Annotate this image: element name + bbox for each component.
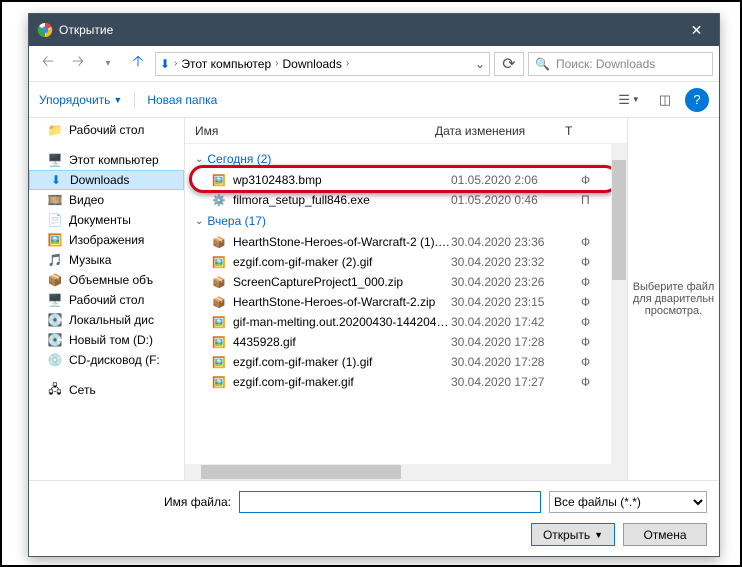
preview-pane-button[interactable]: ◫	[649, 88, 681, 112]
tree-video[interactable]: 🎞️Видео	[29, 190, 184, 210]
col-type[interactable]: Т	[565, 124, 627, 138]
close-button[interactable]: ✕	[674, 14, 719, 46]
file-icon: 🖼️	[211, 314, 227, 330]
tree-images[interactable]: 🖼️Изображения	[29, 230, 184, 250]
file-icon: 🖼️	[211, 254, 227, 270]
file-icon: 📦	[211, 234, 227, 250]
vertical-scrollbar[interactable]	[611, 144, 627, 464]
file-icon: 📦	[211, 294, 227, 310]
cancel-button[interactable]: Отмена	[623, 523, 707, 546]
chevron-down-icon: ⌄	[195, 216, 203, 227]
folder-icon: 📁	[47, 122, 63, 138]
file-list-area: Имя Дата изменения Т ⌄Сегодня (2)🖼️wp310…	[185, 118, 627, 480]
chevron-down-icon[interactable]: ⌄	[475, 57, 485, 71]
tree-desktop2[interactable]: 🖥️Рабочий стол	[29, 290, 184, 310]
col-name[interactable]: Имя	[195, 124, 435, 138]
titlebar: Открытие ✕	[29, 14, 719, 46]
breadcrumb-pc[interactable]: Этот компьютер	[181, 57, 271, 71]
file-icon: 🖼️	[211, 172, 227, 188]
file-row[interactable]: ⚙️filmora_setup_full846.exe01.05.2020 0:…	[191, 190, 627, 210]
tree-localdisk[interactable]: 💽Локальный дис	[29, 310, 184, 330]
search-icon: 🔍	[535, 57, 550, 71]
nav-tree: 📁Рабочий стол 🖥️Этот компьютер ⬇Download…	[29, 118, 185, 480]
file-row[interactable]: 🖼️ezgif.com-gif-maker (2).gif30.04.2020 …	[191, 252, 627, 272]
chevron-down-icon: ▼	[113, 95, 122, 105]
new-folder-button[interactable]: Новая папка	[147, 93, 217, 107]
tree-downloads[interactable]: ⬇Downloads	[29, 170, 184, 190]
filename-input[interactable]	[239, 491, 541, 513]
tree-3d[interactable]: 📦Объемные объ	[29, 270, 184, 290]
tree-cddvd[interactable]: 💿CD-дисковод (F:	[29, 350, 184, 370]
down-arrow-icon: ⬇	[160, 57, 170, 71]
drive-icon: 💽	[47, 312, 63, 328]
group-header[interactable]: ⌄Вчера (17)	[191, 210, 627, 232]
tree-network[interactable]: 🖧Сеть	[29, 380, 184, 400]
forward-button: 🡢	[65, 51, 91, 77]
file-row[interactable]: 📦ScreenCaptureProject1_000.zip30.04.2020…	[191, 272, 627, 292]
file-row[interactable]: 📦HearthStone-Heroes-of-Warcraft-2.zip30.…	[191, 292, 627, 312]
disc-icon: 💿	[47, 352, 63, 368]
help-button[interactable]: ?	[685, 88, 709, 112]
file-row[interactable]: 🖼️wp3102483.bmp01.05.2020 2:06Ф	[191, 170, 627, 190]
breadcrumb-folder[interactable]: Downloads	[282, 57, 341, 71]
music-icon: 🎵	[47, 252, 63, 268]
filename-label: Имя файла:	[41, 495, 231, 509]
tree-pc[interactable]: 🖥️Этот компьютер	[29, 150, 184, 170]
file-icon: 🖼️	[211, 334, 227, 350]
footer: Имя файла: Все файлы (*.*) Открыть▼ Отме…	[29, 481, 719, 556]
file-icon: 📦	[211, 274, 227, 290]
open-file-dialog: Открытие ✕ 🡠 🡢 ▾ 🡡 ⬇ › Этот компьютер › …	[28, 13, 720, 557]
search-placeholder: Поиск: Downloads	[556, 57, 655, 71]
open-button[interactable]: Открыть▼	[531, 523, 615, 546]
refresh-button[interactable]: ⟳	[494, 52, 524, 76]
window-title: Открытие	[59, 23, 674, 37]
view-mode-button[interactable]: ☰ ▼	[613, 88, 645, 112]
search-box[interactable]: 🔍 Поиск: Downloads	[528, 52, 713, 76]
filetype-select[interactable]: Все файлы (*.*)	[549, 491, 707, 513]
drive-icon: 💽	[47, 332, 63, 348]
chevron-right-icon: ›	[275, 58, 278, 69]
video-icon: 🎞️	[47, 192, 63, 208]
column-headers[interactable]: Имя Дата изменения Т	[185, 118, 627, 144]
chevron-right-icon: ›	[346, 58, 349, 69]
recent-dropdown[interactable]: ▾	[95, 51, 121, 77]
file-row[interactable]: 📦HearthStone-Heroes-of-Warcraft-2 (1).zi…	[191, 232, 627, 252]
file-icon: 🖼️	[211, 374, 227, 390]
image-icon: 🖼️	[47, 232, 63, 248]
group-header[interactable]: ⌄Сегодня (2)	[191, 148, 627, 170]
horizontal-scrollbar[interactable]	[185, 464, 627, 480]
tree-newvol[interactable]: 💽Новый том (D:)	[29, 330, 184, 350]
chevron-down-icon: ⌄	[195, 154, 203, 165]
document-icon: 📄	[47, 212, 63, 228]
toolbar: Упорядочить▼ Новая папка ☰ ▼ ◫ ?	[29, 82, 719, 118]
up-button[interactable]: 🡡	[125, 51, 151, 77]
col-date[interactable]: Дата изменения	[435, 124, 565, 138]
chrome-icon	[37, 22, 53, 38]
desktop-icon: 🖥️	[47, 292, 63, 308]
tree-desktop[interactable]: 📁Рабочий стол	[29, 120, 184, 140]
chevron-right-icon: ›	[174, 58, 177, 69]
file-row[interactable]: 🖼️ezgif.com-gif-maker (1).gif30.04.2020 …	[191, 352, 627, 372]
download-icon: ⬇	[48, 172, 64, 188]
nav-row: 🡠 🡢 ▾ 🡡 ⬇ › Этот компьютер › Downloads ›…	[29, 46, 719, 82]
file-icon: 🖼️	[211, 354, 227, 370]
preview-pane: Выберите файл для дварительн просмотра.	[627, 118, 719, 480]
back-button[interactable]: 🡠	[35, 51, 61, 77]
file-row[interactable]: 🖼️gif-man-melting.out.20200430-144204.gi…	[191, 312, 627, 332]
file-icon: ⚙️	[211, 192, 227, 208]
file-row[interactable]: 🖼️4435928.gif30.04.2020 17:28Ф	[191, 332, 627, 352]
tree-docs[interactable]: 📄Документы	[29, 210, 184, 230]
network-icon: 🖧	[47, 382, 63, 398]
file-row[interactable]: 🖼️ezgif.com-gif-maker.gif30.04.2020 17:2…	[191, 372, 627, 392]
file-list: ⌄Сегодня (2)🖼️wp3102483.bmp01.05.2020 2:…	[185, 144, 627, 464]
cube-icon: 📦	[47, 272, 63, 288]
chevron-down-icon: ▼	[594, 530, 603, 540]
breadcrumb-bar[interactable]: ⬇ › Этот компьютер › Downloads › ⌄	[155, 52, 490, 76]
pc-icon: 🖥️	[47, 152, 63, 168]
organize-menu[interactable]: Упорядочить▼	[39, 93, 122, 107]
tree-music[interactable]: 🎵Музыка	[29, 250, 184, 270]
